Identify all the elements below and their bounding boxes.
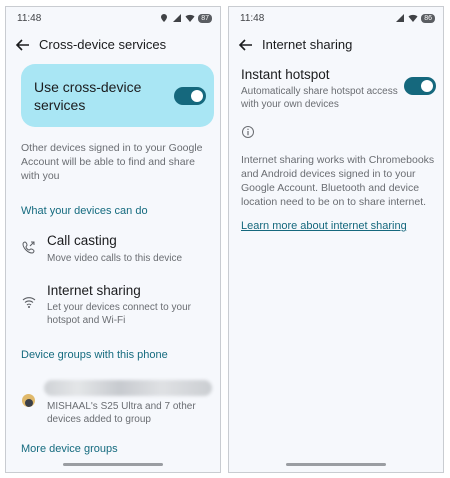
cross-device-services-screen: 11:48 87 Cross-device services Use cross… bbox=[5, 6, 221, 473]
signal-icon bbox=[396, 14, 405, 22]
internet-sharing-subtitle: Let your devices connect to your hotspot… bbox=[47, 302, 191, 326]
redacted-group-name bbox=[44, 380, 212, 396]
call-casting-title: Call casting bbox=[47, 233, 117, 248]
device-group-subtitle: MISHAAL's S25 Ultra and 7 other devices … bbox=[47, 401, 196, 425]
toggle-knob bbox=[421, 80, 433, 92]
instant-hotspot-toggle[interactable] bbox=[404, 77, 436, 95]
back-arrow-icon[interactable] bbox=[14, 36, 32, 54]
toggle-knob bbox=[191, 90, 203, 102]
call-cast-icon bbox=[22, 241, 35, 254]
location-icon bbox=[161, 14, 168, 22]
instant-hotspot-title: Instant hotspot bbox=[241, 67, 330, 82]
card-label: Use cross-device services bbox=[34, 79, 142, 113]
internet-sharing-screen: 11:48 86 Internet sharing Instant hotspo… bbox=[228, 6, 444, 473]
use-cross-device-card[interactable]: Use cross-device services bbox=[21, 64, 214, 127]
back-arrow-icon[interactable] bbox=[237, 36, 255, 54]
status-time: 11:48 bbox=[17, 13, 42, 24]
page-title: Internet sharing bbox=[262, 37, 353, 52]
app-bar: Internet sharing bbox=[229, 31, 443, 59]
instant-hotspot-subtitle: Automatically share hotspot access with … bbox=[241, 86, 398, 110]
cross-device-toggle[interactable] bbox=[174, 87, 206, 105]
learn-more-link[interactable]: Learn more about internet sharing bbox=[241, 220, 407, 232]
wifi-status-icon bbox=[408, 14, 418, 22]
avatar bbox=[22, 394, 35, 407]
status-bar: 11:48 87 bbox=[15, 13, 212, 27]
page-title: Cross-device services bbox=[39, 37, 167, 52]
battery-indicator: 86 bbox=[421, 13, 435, 23]
status-time: 11:48 bbox=[240, 13, 265, 24]
more-device-groups-link[interactable]: More device groups bbox=[21, 443, 118, 455]
status-bar: 11:48 86 bbox=[238, 13, 435, 27]
battery-indicator: 87 bbox=[198, 13, 212, 23]
gesture-bar[interactable] bbox=[286, 463, 386, 466]
section-header-device-groups: Device groups with this phone bbox=[21, 349, 168, 361]
wifi-icon bbox=[22, 297, 36, 308]
gesture-bar[interactable] bbox=[63, 463, 163, 466]
app-bar: Cross-device services bbox=[6, 31, 220, 59]
wifi-status-icon bbox=[185, 14, 195, 22]
info-text: Internet sharing works with Chromebooks … bbox=[241, 154, 435, 208]
signal-icon bbox=[173, 14, 182, 22]
call-casting-subtitle: Move video calls to this device bbox=[47, 253, 183, 264]
info-icon bbox=[242, 126, 254, 138]
description-text: Other devices signed in to your Google A… bbox=[21, 142, 203, 182]
section-header-capabilities: What your devices can do bbox=[21, 205, 148, 217]
internet-sharing-title: Internet sharing bbox=[47, 283, 141, 298]
